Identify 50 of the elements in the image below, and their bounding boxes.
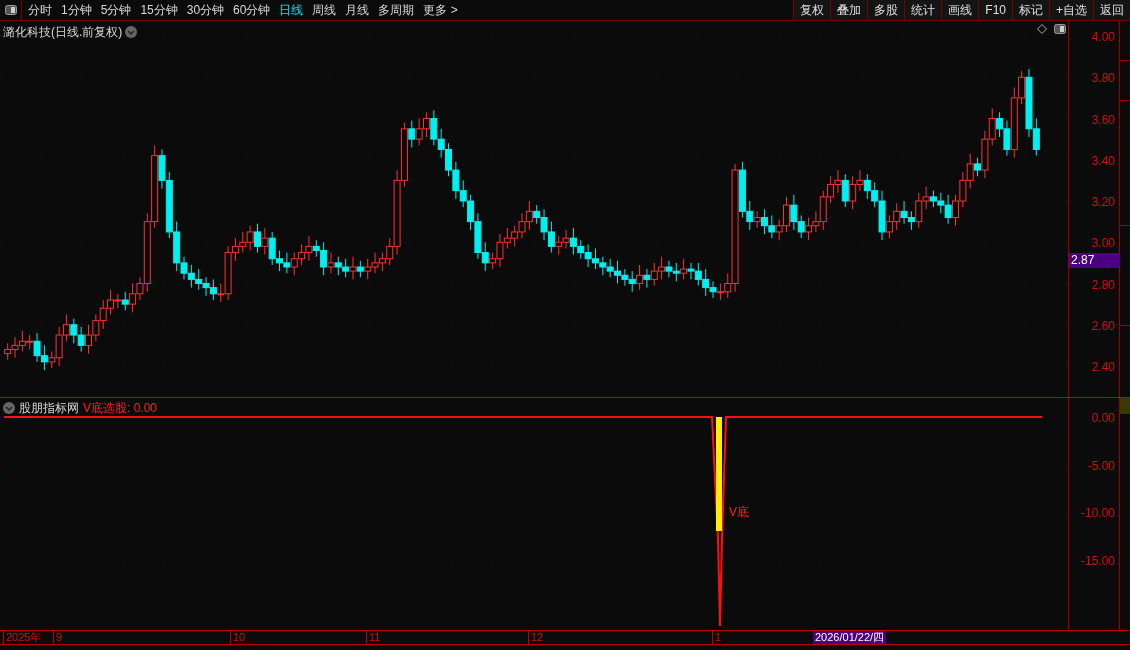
toolbar-button[interactable]: 叠加 — [830, 0, 868, 20]
price-tick: 2.60 — [1091, 317, 1115, 335]
date-label: 1 — [712, 631, 722, 644]
indicator-name: 股朋指标网 — [19, 400, 79, 417]
indicator-tick: -5.00 — [1087, 457, 1115, 475]
period-tab[interactable]: 分时 — [28, 1, 52, 19]
period-tab[interactable]: 日线 — [279, 1, 304, 19]
date-label: 10 — [230, 631, 246, 644]
price-tick: 3.40 — [1091, 152, 1115, 170]
date-label: 2025年 — [3, 631, 42, 644]
price-tick: 3.80 — [1091, 70, 1115, 88]
price-tick: 3.60 — [1091, 111, 1115, 129]
period-tab[interactable]: 15分钟 — [140, 1, 178, 19]
stock-title: 潞化科技(日线.前复权) — [3, 24, 123, 41]
price-tick: 3.00 — [1091, 235, 1115, 253]
price-tick: 2.80 — [1091, 276, 1115, 294]
chevron-down-icon[interactable] — [3, 402, 15, 414]
period-tab[interactable]: 60分钟 — [233, 1, 271, 19]
diamond-icon[interactable] — [1037, 24, 1047, 34]
current-price-label: 2.87 — [1069, 253, 1120, 268]
chevron-down-icon[interactable] — [125, 26, 138, 38]
panel-toggle-icon[interactable] — [1054, 24, 1066, 34]
period-tab[interactable]: 更多 > — [423, 1, 458, 19]
date-label: 9 — [53, 631, 63, 644]
toolbar-button[interactable]: 统计 — [904, 0, 942, 20]
period-tab[interactable]: 5分钟 — [100, 1, 132, 19]
price-tick: 2.40 — [1091, 359, 1115, 376]
date-label: 12 — [528, 631, 544, 644]
toolbar-button[interactable]: 画线 — [941, 0, 979, 20]
signal-label: V底 — [729, 504, 749, 521]
indicator-tick: 0.00 — [1091, 410, 1115, 427]
toolbar-button[interactable]: 多股 — [867, 0, 905, 20]
indicator-tick: -10.00 — [1080, 505, 1115, 523]
price-tick: 4.00 — [1091, 29, 1115, 46]
period-tab[interactable]: 周线 — [312, 1, 337, 19]
indicator-value: V底选股: 0.00 — [83, 400, 158, 417]
period-tab[interactable]: 1分钟 — [61, 1, 92, 19]
indicator-tick: -15.00 — [1080, 553, 1115, 571]
period-tab[interactable]: 月线 — [345, 1, 370, 19]
price-tick: 3.20 — [1091, 194, 1115, 211]
toolbar-button[interactable]: F10 — [978, 0, 1012, 20]
toolbar-button[interactable]: +自选 — [1049, 0, 1093, 20]
cursor-date-label: 2026/01/22/四 — [813, 631, 887, 644]
panel-toggle-icon[interactable] — [4, 5, 17, 15]
toolbar-button[interactable]: 标记 — [1012, 0, 1049, 20]
period-tab[interactable]: 多周期 — [378, 1, 415, 19]
period-tab[interactable]: 30分钟 — [186, 1, 225, 19]
date-label: 11 — [366, 631, 381, 644]
toolbar-button[interactable]: 复权 — [793, 0, 831, 20]
toolbar-button[interactable]: 返回 — [1093, 0, 1130, 20]
